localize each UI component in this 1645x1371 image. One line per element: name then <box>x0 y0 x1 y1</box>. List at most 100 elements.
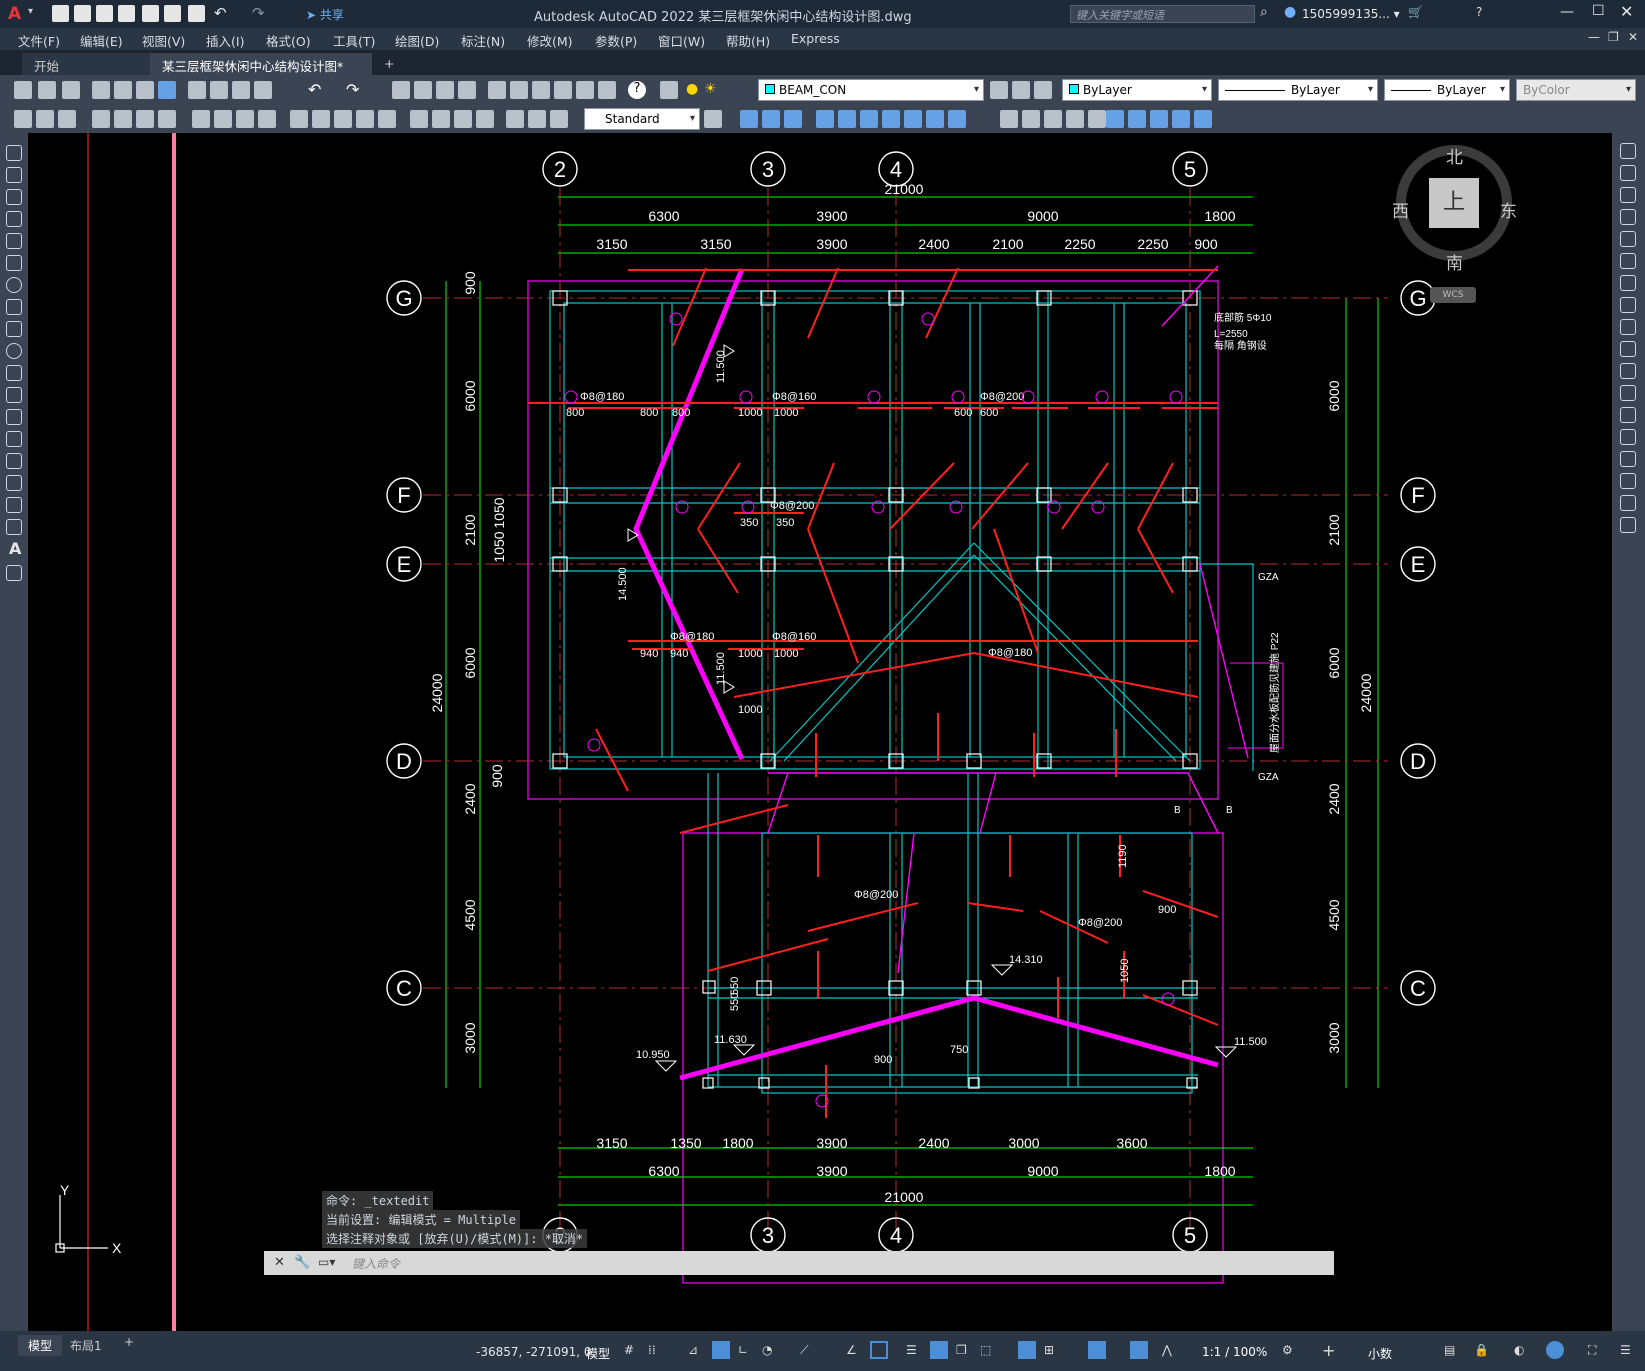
extend-icon[interactable] <box>1620 363 1636 379</box>
gradient-icon[interactable] <box>6 475 22 491</box>
isolate-objects-icon[interactable]: ◐ <box>1514 1343 1524 1357</box>
new-icon[interactable] <box>52 5 69 22</box>
zoom-realtime-icon[interactable] <box>414 81 432 99</box>
gizmo-icon[interactable]: ⊞ <box>1044 1343 1054 1357</box>
infer-icon[interactable]: ⊿ <box>688 1343 698 1357</box>
wcs-menu[interactable]: WCS <box>1430 287 1476 303</box>
offset-icon[interactable] <box>1620 209 1636 225</box>
xbind-icon[interactable] <box>882 110 900 128</box>
layer-bulb-icon[interactable]: ● <box>686 81 698 97</box>
attribute-icon[interactable] <box>816 110 834 128</box>
move-icon[interactable] <box>1620 253 1636 269</box>
redo-icon[interactable]: ↷ <box>252 4 265 22</box>
redo-icon[interactable]: ↷ <box>346 80 359 99</box>
layer-iso-icon[interactable] <box>1000 110 1018 128</box>
save-icon[interactable] <box>62 81 80 99</box>
viewcube-south[interactable]: 南 <box>1446 249 1463 274</box>
viewcube-north[interactable]: 北 <box>1446 143 1463 168</box>
dim-edit-icon[interactable] <box>432 110 450 128</box>
multileader-icon[interactable] <box>528 110 546 128</box>
pan-icon[interactable] <box>392 81 410 99</box>
refedit-icon[interactable] <box>904 110 922 128</box>
viewcube-east[interactable]: 东 <box>1500 197 1517 222</box>
make-block-icon[interactable] <box>6 409 22 425</box>
dim-continue-icon[interactable] <box>258 110 276 128</box>
quick-properties-icon[interactable]: ▤ <box>1444 1343 1455 1357</box>
tab-drawing[interactable]: 某三层框架休闲中心结构设计图* <box>150 53 372 75</box>
doc-close-button[interactable]: ✕ <box>1628 30 1638 44</box>
ortho-icon[interactable]: ∟ <box>738 1343 748 1357</box>
user-icon[interactable]: ● <box>1284 4 1296 20</box>
tab-layout1[interactable]: 布局1 <box>70 1337 102 1354</box>
layer-sun-icon[interactable]: ☀ <box>704 81 717 97</box>
region-icon[interactable] <box>6 497 22 513</box>
insert-block-icon[interactable] <box>6 387 22 403</box>
menu-dimension[interactable]: 标注(N) <box>461 31 505 50</box>
inspection-icon[interactable] <box>378 110 396 128</box>
viewcube-west[interactable]: 西 <box>1392 197 1409 222</box>
close-button[interactable]: ✕ <box>1620 2 1633 21</box>
search-icon[interactable]: ⌕ <box>1260 4 1268 20</box>
coordinates[interactable]: -36857, -271091, 0 <box>476 1345 592 1359</box>
erase-icon[interactable] <box>1620 143 1636 159</box>
design-center-icon[interactable] <box>510 81 528 99</box>
chamfer-icon[interactable] <box>1620 451 1636 467</box>
trim-icon[interactable] <box>1620 341 1636 357</box>
spline-icon[interactable] <box>6 321 22 337</box>
dynamic-input-icon[interactable] <box>712 1341 730 1359</box>
tab-start[interactable]: 开始 <box>22 53 150 75</box>
dim-ordinate-icon[interactable] <box>92 110 110 128</box>
dim-arc-icon[interactable] <box>58 110 76 128</box>
refclose-icon[interactable] <box>926 110 944 128</box>
array-icon[interactable] <box>1620 231 1636 247</box>
menu-edit[interactable]: 编辑(E) <box>80 31 123 50</box>
layer-freeze-icon[interactable] <box>1044 110 1062 128</box>
layer-off-icon[interactable] <box>1066 110 1084 128</box>
calculator-icon[interactable] <box>598 81 616 99</box>
gradient-icon[interactable] <box>1172 110 1190 128</box>
markup-edit-icon[interactable] <box>506 110 524 128</box>
menu-format[interactable]: 格式(O) <box>266 31 311 50</box>
lineweight-icon[interactable]: ☰ <box>906 1343 917 1357</box>
lineweight-combo[interactable]: ByLayer ▾ <box>1384 79 1510 101</box>
markup-icon[interactable] <box>576 81 594 99</box>
annotation-visibility-icon[interactable] <box>1088 1341 1106 1359</box>
undo-icon[interactable]: ↶ <box>214 4 227 22</box>
open-icon[interactable] <box>74 5 91 22</box>
blend-icon[interactable] <box>1620 495 1636 511</box>
qnew-icon[interactable] <box>14 81 32 99</box>
cart-icon[interactable]: 🛒 <box>1408 5 1423 19</box>
dim-radius-icon[interactable] <box>114 110 132 128</box>
ellipse-icon[interactable] <box>6 343 22 359</box>
workspace-gear-icon[interactable]: ⚙ <box>1282 1343 1293 1357</box>
annotation-scale[interactable]: 1:1 / 100% <box>1202 1345 1267 1359</box>
menu-modify[interactable]: 修改(M) <box>527 31 573 50</box>
circle-icon[interactable] <box>6 277 22 293</box>
sheet-set-icon[interactable] <box>554 81 572 99</box>
3d-osnap-icon[interactable]: ⬚ <box>980 1343 991 1357</box>
dynamic-ucs-icon[interactable] <box>1018 1341 1036 1359</box>
plot-icon[interactable] <box>92 81 110 99</box>
preview-icon[interactable] <box>114 81 132 99</box>
clip-icon[interactable] <box>860 110 878 128</box>
menu-help[interactable]: 帮助(H) <box>726 31 770 50</box>
arc-icon[interactable] <box>6 255 22 271</box>
command-input[interactable]: 键入命令 <box>352 1255 400 1272</box>
help-icon[interactable]: ? <box>628 81 646 99</box>
properties-icon[interactable] <box>488 81 506 99</box>
add-layout-icon[interactable]: + <box>124 1335 134 1349</box>
open-icon[interactable] <box>38 81 56 99</box>
drawing-svg[interactable]: 2 3 4 5 2 3 4 5 G F E D C G F E D C 2100… <box>28 133 1612 1331</box>
layer-properties-icon[interactable] <box>660 81 678 99</box>
explode-icon[interactable] <box>1620 517 1636 533</box>
doc-minimize-button[interactable]: — <box>1588 30 1600 44</box>
xref-icon[interactable] <box>838 110 856 128</box>
command-history-dropdown-icon[interactable]: ▭▾ <box>318 1255 335 1269</box>
polar-icon[interactable]: ◔ <box>762 1343 772 1357</box>
hatch-icon[interactable] <box>1150 110 1168 128</box>
polyline-icon[interactable] <box>6 189 22 205</box>
menu-view[interactable]: 视图(V) <box>142 31 185 50</box>
menu-draw[interactable]: 绘图(D) <box>395 31 439 50</box>
units-combo[interactable]: 小数 <box>1368 1345 1392 1362</box>
tab-model[interactable]: 模型 <box>18 1335 63 1356</box>
